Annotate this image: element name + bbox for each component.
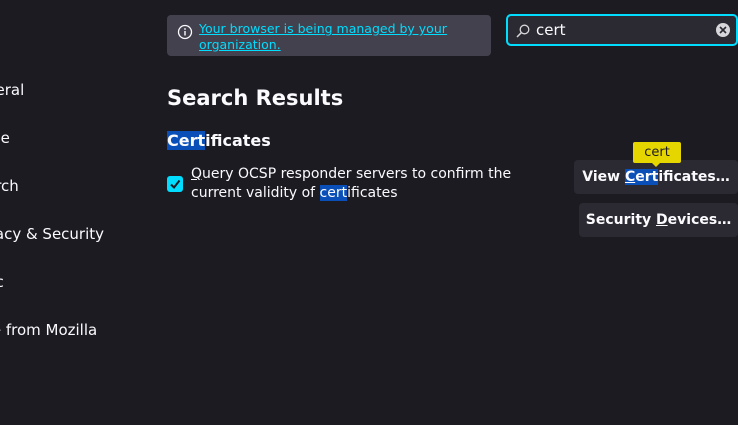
access-key: C <box>624 169 636 185</box>
managed-banner: Your browser is being managed by your or… <box>167 15 491 56</box>
tooltip-arrow <box>651 162 661 167</box>
ocsp-text-2: ificates <box>347 185 398 201</box>
sidebar-item-home[interactable]: me <box>0 129 10 147</box>
section-title-rest: ificates <box>205 131 271 150</box>
search-highlight: Cert <box>624 169 659 185</box>
button-text: ificates… <box>658 169 730 185</box>
search-icon <box>516 23 530 38</box>
sidebar: neral me arch vacy & Security nc re from… <box>0 0 150 425</box>
search-tooltip: cert <box>633 142 681 163</box>
info-icon <box>177 24 193 40</box>
highlight-text: ert <box>635 169 659 185</box>
checkmark-icon <box>170 179 181 190</box>
sidebar-item-general[interactable]: neral <box>0 81 24 99</box>
button-text: Security <box>585 212 657 228</box>
security-devices-button[interactable]: Security Devices… <box>579 203 738 237</box>
search-box[interactable] <box>506 14 738 46</box>
managed-link[interactable]: Your browser is being managed by your or… <box>199 21 459 53</box>
search-highlight: Cert <box>167 131 206 150</box>
sidebar-item-privacy-security[interactable]: vacy & Security <box>0 225 104 243</box>
search-highlight: cert <box>319 185 348 201</box>
button-text: evices… <box>667 212 732 228</box>
page-title: Search Results <box>167 86 344 110</box>
search-input[interactable] <box>536 19 706 41</box>
button-text: View <box>582 169 625 185</box>
clear-icon[interactable] <box>716 23 730 37</box>
ocsp-label[interactable]: Query OCSP responder servers to confirm … <box>191 165 561 203</box>
access-key: D <box>656 212 668 228</box>
sidebar-item-sync[interactable]: nc <box>0 273 4 291</box>
access-key: Q <box>191 166 203 182</box>
sidebar-item-search[interactable]: arch <box>0 177 19 195</box>
sidebar-item-more-from-mozilla[interactable]: re from Mozilla <box>0 321 97 339</box>
section-title-certificates: Certificates <box>167 131 271 150</box>
ocsp-checkbox[interactable] <box>167 176 183 192</box>
